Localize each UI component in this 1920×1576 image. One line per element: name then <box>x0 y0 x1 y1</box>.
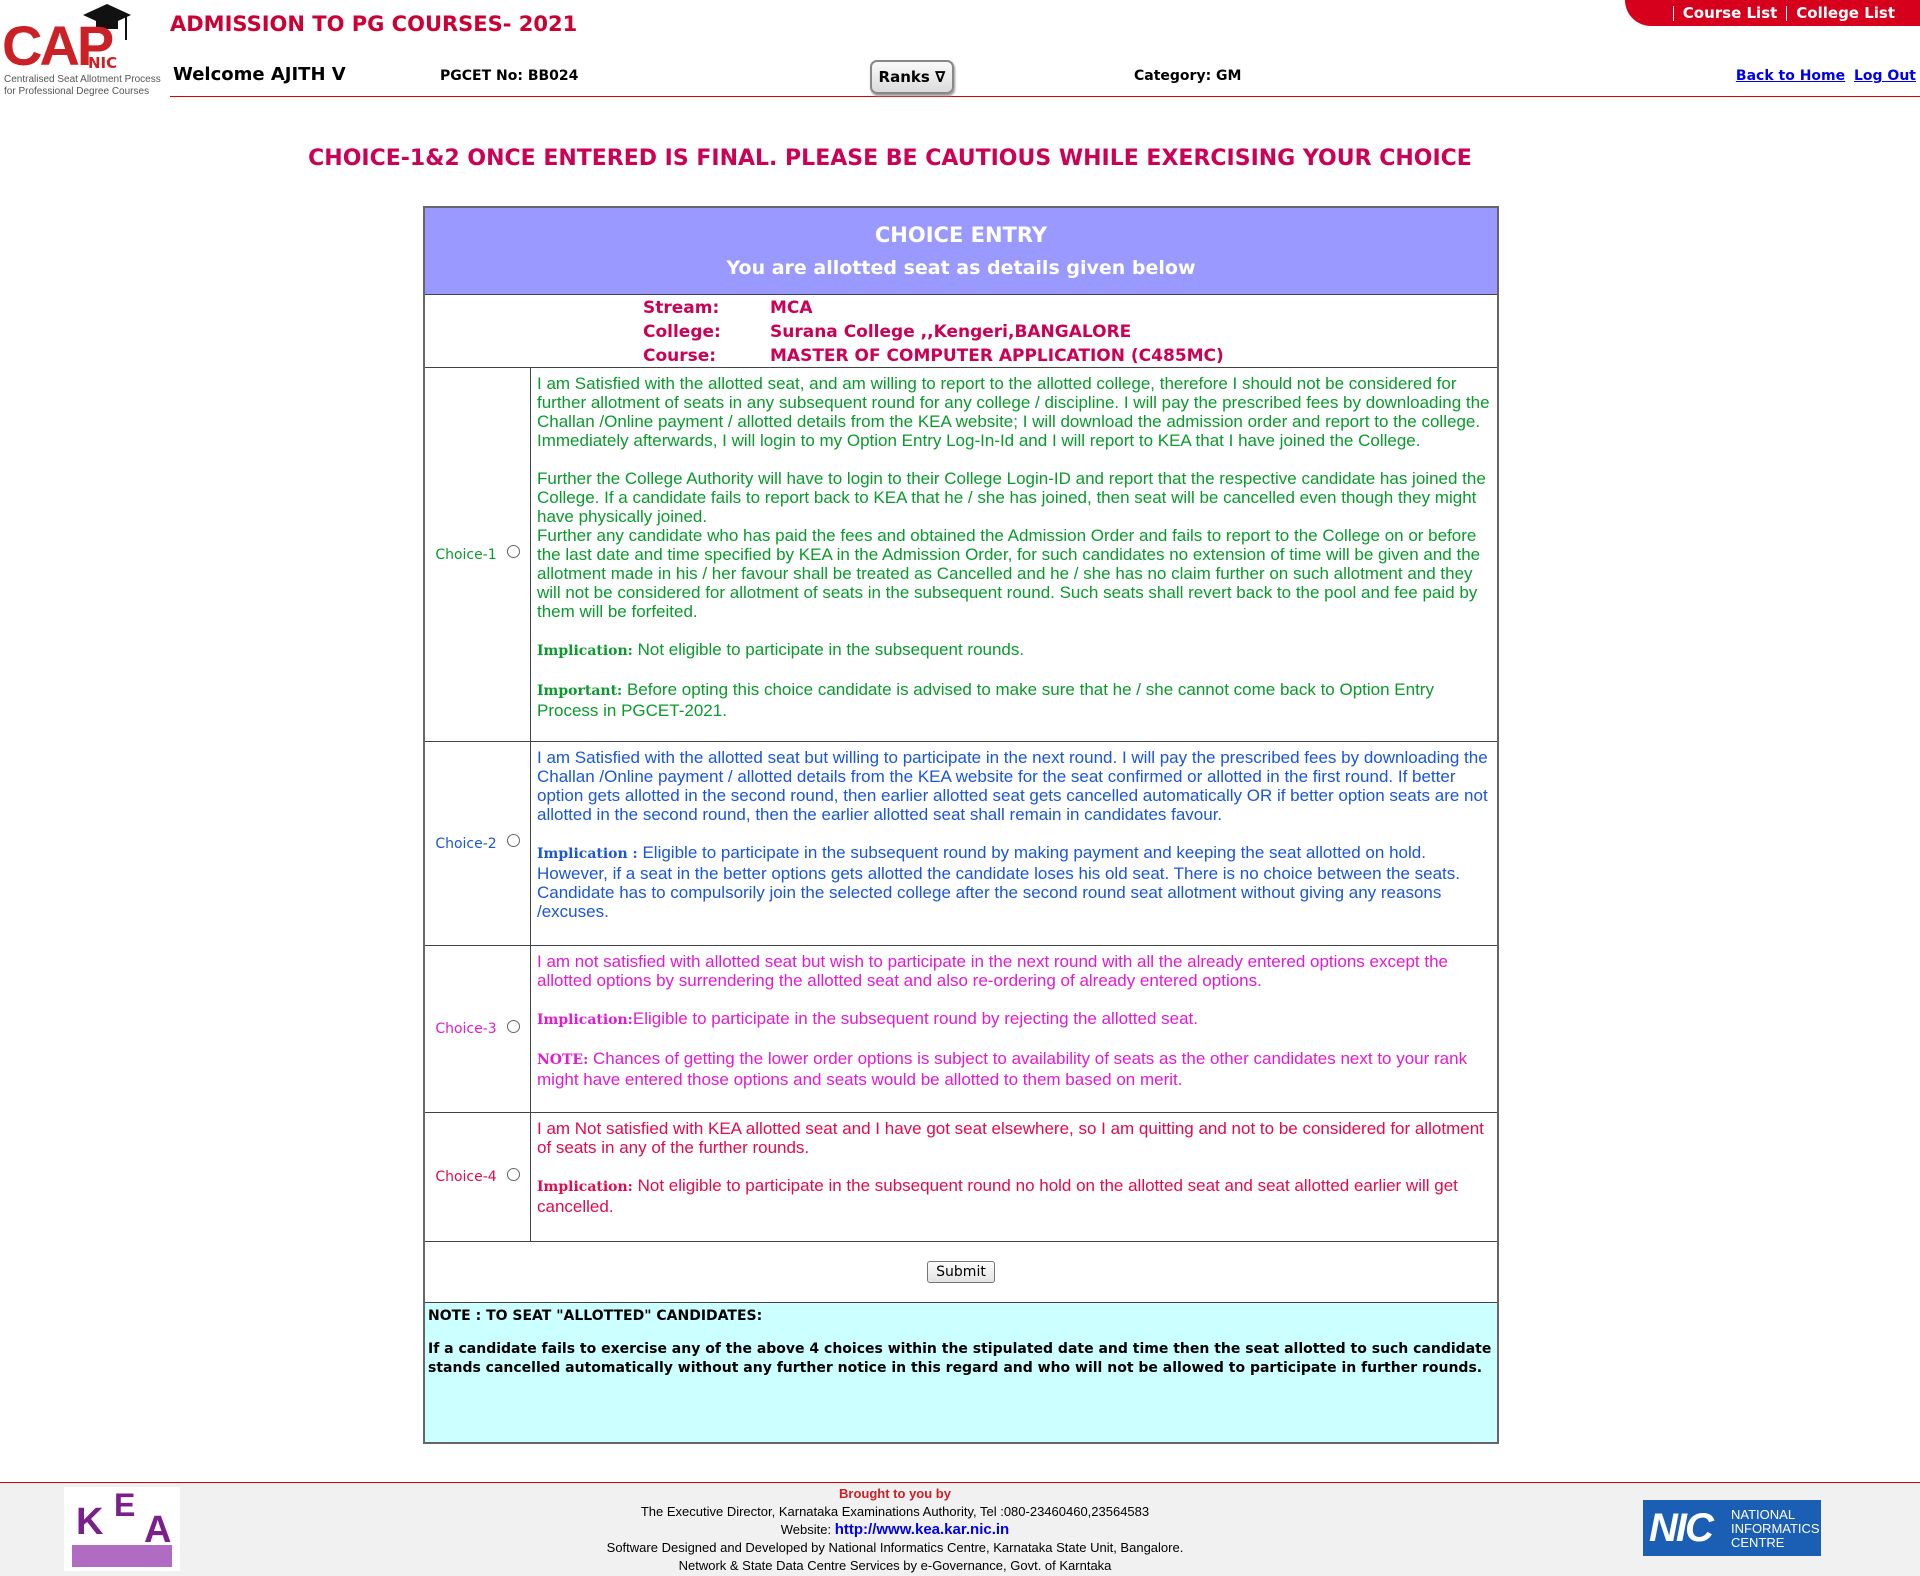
choice-1-cell: Choice-1 <box>425 368 531 741</box>
choice-2-description: I am Satisfied with the allotted seat bu… <box>537 748 1488 921</box>
college-label: College: <box>643 322 721 342</box>
brought-by: Brought to you by <box>839 1486 951 1501</box>
footer-line-3: Software Designed and Developed by Natio… <box>606 1540 1184 1555</box>
choice-2-radio[interactable] <box>506 834 520 847</box>
nic-logo: NIC NATIONAL INFORMATICS CENTRE <box>1643 1500 1821 1556</box>
footer-line-4: Network & State Data Centre Services by … <box>678 1558 1112 1573</box>
footer: K E A Brought to you by The Executive Di… <box>0 1482 1920 1576</box>
footer-line-1: The Executive Director, Karnataka Examin… <box>640 1504 1150 1519</box>
choice-row-4: Choice-4 I am Not satisfied with KEA all… <box>425 1113 1497 1242</box>
course-label: Course: <box>643 346 717 366</box>
choice-3-radio[interactable] <box>506 1019 520 1033</box>
category-text: Category: GM <box>1134 68 1242 84</box>
stream-label: Stream: <box>643 298 720 318</box>
choice-4-label: Choice-4 <box>435 1169 497 1185</box>
panel-subtitle: You are allotted seat as details given b… <box>726 257 1196 279</box>
top-nav: Course List College List <box>1624 0 1920 26</box>
choice-3-cell: Choice-3 <box>425 946 531 1112</box>
college-value: Surana College ,,Kengeri,BANGALORE <box>770 322 1132 342</box>
footer-credits: Brought to you by The Executive Director… <box>0 1485 1790 1575</box>
note-text: If a candidate fails to exercise any of … <box>428 1341 1492 1376</box>
choice-1-label: Choice-1 <box>435 546 497 563</box>
logo-nic-text: NIC <box>88 54 118 72</box>
college-list-link[interactable]: College List <box>1786 5 1904 21</box>
kea-website-link[interactable]: http://www.kea.kar.nic.in <box>835 1521 1010 1538</box>
choice-3-description: I am not satisfied with allotted seat bu… <box>537 952 1468 1089</box>
choice-4-radio[interactable] <box>506 1167 520 1181</box>
welcome-text: Welcome AJITH V <box>173 64 346 85</box>
page-title: ADMISSION TO PG COURSES- 2021 <box>170 12 578 36</box>
back-to-home-link[interactable]: Back to Home <box>1736 68 1845 84</box>
allotted-note: NOTE : TO SEAT "ALLOTTED" CANDIDATES: If… <box>425 1303 1497 1442</box>
choice-row-3: Choice-3 I am not satisfied with allotte… <box>425 946 1497 1113</box>
logout-link[interactable]: Log Out <box>1854 68 1916 84</box>
choice-4-description: I am Not satisfied with KEA allotted sea… <box>537 1119 1484 1216</box>
choice-entry-panel: CHOICE ENTRY You are allotted seat as de… <box>423 206 1499 1444</box>
choice-1-description: I am Satisfied with the allotted seat, a… <box>537 374 1490 720</box>
panel-header: CHOICE ENTRY You are allotted seat as de… <box>425 208 1497 295</box>
course-list-link[interactable]: Course List <box>1672 5 1787 21</box>
choice-3-label: Choice-3 <box>435 1021 497 1037</box>
choice-4-cell: Choice-4 <box>425 1113 531 1241</box>
stream-value: MCA <box>770 298 813 318</box>
choice-1-radio[interactable] <box>506 545 520 558</box>
allotment-details: Stream: MCA College: Surana College ,,Ke… <box>425 295 1497 368</box>
ranks-button[interactable]: Ranks ∇ <box>870 60 954 94</box>
logo-subtitle: Centralised Seat Allotment Process for P… <box>4 74 161 97</box>
choice-row-2: Choice-2 I am Satisfied with the allotte… <box>425 742 1497 946</box>
choice-warning: CHOICE-1&2 ONCE ENTERED IS FINAL. PLEASE… <box>308 146 1472 171</box>
note-title: NOTE : TO SEAT "ALLOTTED" CANDIDATES: <box>428 1308 763 1324</box>
choice-2-cell: Choice-2 <box>425 742 531 945</box>
choice-row-1: Choice-1 I am Satisfied with the allotte… <box>425 368 1497 742</box>
user-info-bar: Welcome AJITH V PGCET No: BB024 Ranks ∇ … <box>170 60 1920 97</box>
home-links: Back to Home Log Out <box>1732 68 1916 84</box>
submit-button[interactable]: Submit <box>927 1261 995 1283</box>
panel-title: CHOICE ENTRY <box>874 223 1048 247</box>
course-value: MASTER OF COMPUTER APPLICATION (C485MC) <box>770 346 1224 366</box>
cap-logo: CAP NIC Centralised Seat Allotment Proce… <box>2 2 166 98</box>
choice-2-label: Choice-2 <box>435 835 497 852</box>
submit-row: Submit <box>425 1242 1497 1303</box>
pgcet-number: PGCET No: BB024 <box>440 68 579 84</box>
